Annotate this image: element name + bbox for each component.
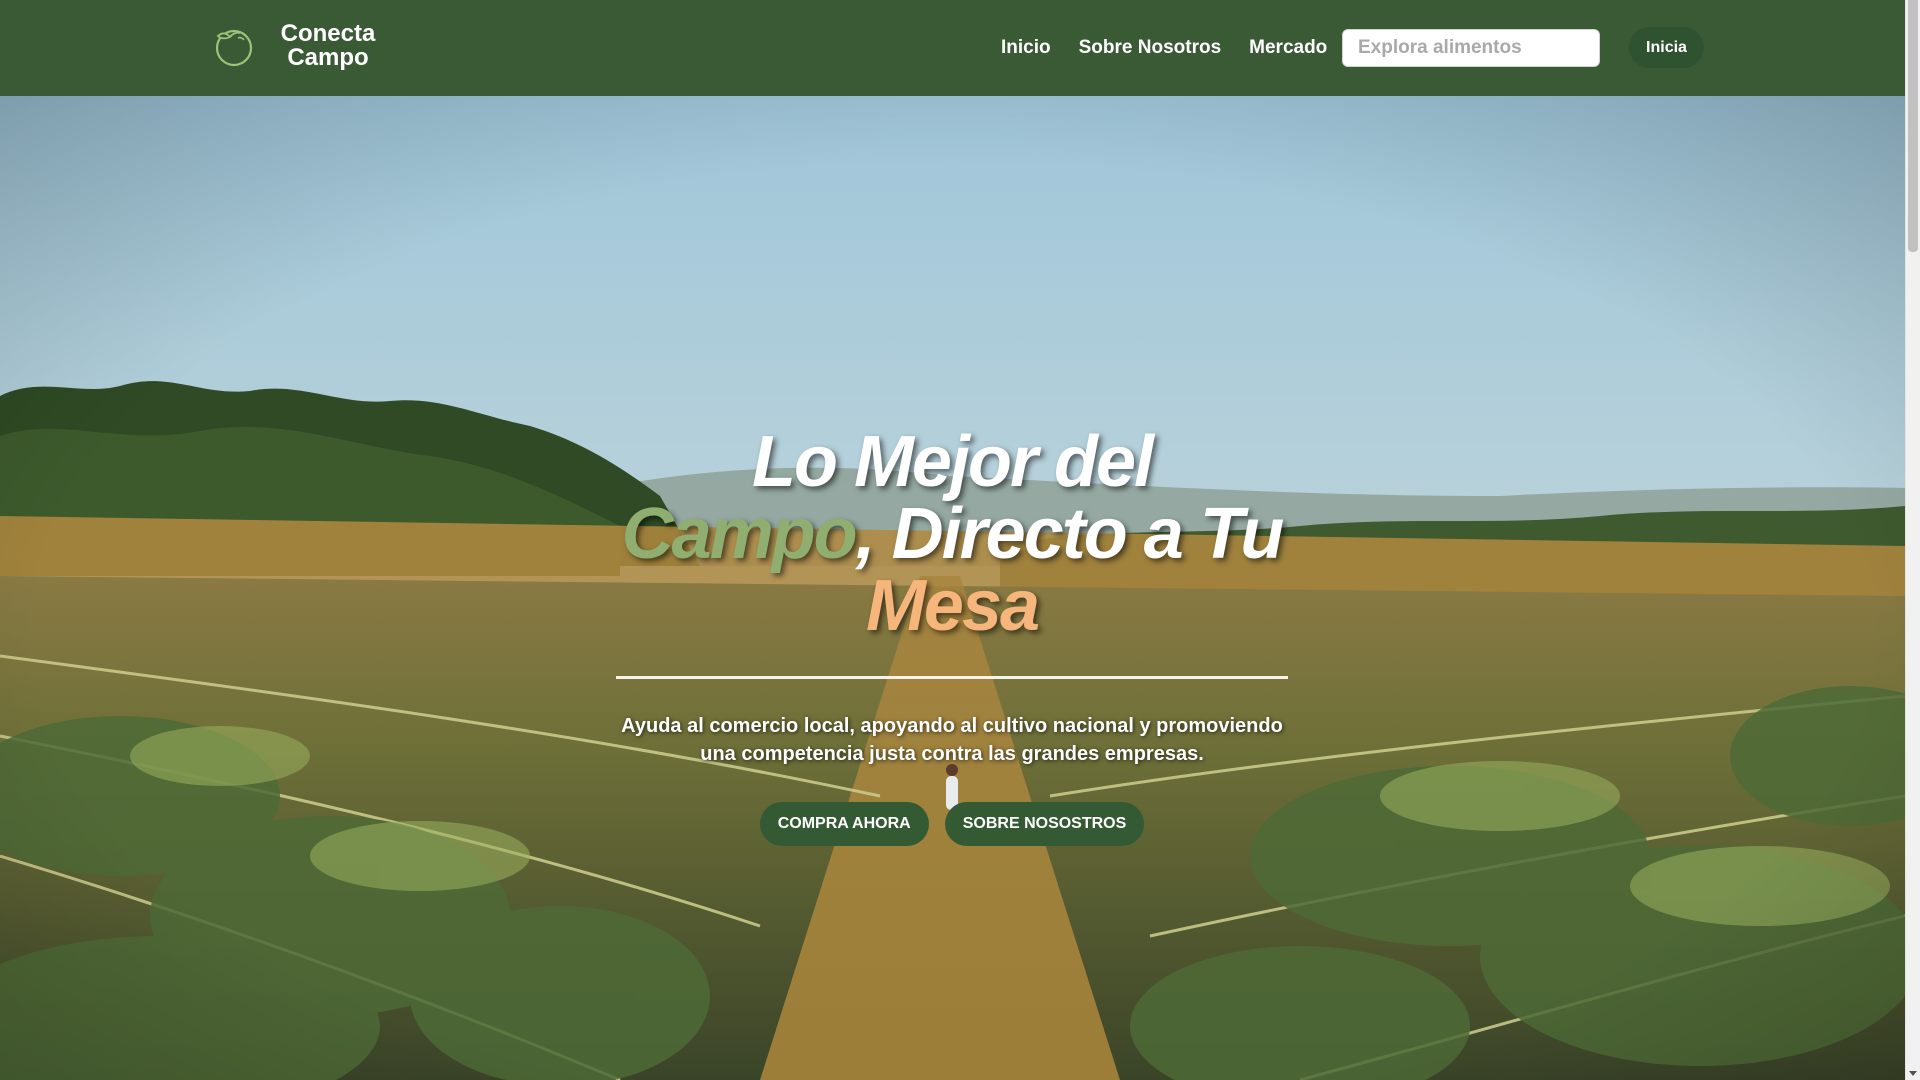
tomato-leaf-icon — [215, 29, 253, 67]
hero-title-line1: Lo Mejor del — [751, 422, 1154, 502]
hero-title-highlight-mesa: Mesa — [865, 566, 1040, 646]
page: Conecta Campo Inicio Sobre Nosotros Merc… — [0, 0, 1920, 1080]
nav-link-sobre-nosotros[interactable]: Sobre Nosotros — [1079, 36, 1222, 60]
hero-buttons: COMPRA AHORA SOBRE NOSOSTROS — [610, 802, 1294, 846]
hero-divider — [616, 676, 1288, 679]
nav-link-inicio[interactable]: Inicio — [1001, 36, 1051, 60]
brand-name-line1: Conecta — [280, 20, 376, 47]
brand-name: Conecta Campo — [278, 22, 378, 70]
hero-content: Lo Mejor del Campo, Directo a Tu Mesa Ay… — [610, 426, 1294, 846]
scroll-down-arrow-icon[interactable] — [1909, 1071, 1917, 1076]
nav-link-mercado[interactable]: Mercado — [1249, 36, 1327, 60]
page-scrollbar[interactable] — [1905, 0, 1920, 1080]
brand-link[interactable]: Conecta Campo — [212, 22, 378, 70]
brand-name-line2: Campo — [287, 44, 369, 71]
scrollbar-thumb[interactable] — [1908, 0, 1918, 252]
buy-now-button[interactable]: COMPRA AHORA — [759, 802, 929, 846]
hero-section: Lo Mejor del Campo, Directo a Tu Mesa Ay… — [0, 96, 1905, 1080]
hero-title-highlight-campo: Campo — [621, 494, 858, 574]
hero-title-line2: , Directo a Tu — [855, 494, 1285, 574]
search-input[interactable] — [1342, 29, 1600, 67]
hero-title: Lo Mejor del Campo, Directo a Tu Mesa — [610, 426, 1294, 642]
login-button[interactable]: Inicia — [1629, 27, 1704, 68]
navbar: Conecta Campo Inicio Sobre Nosotros Merc… — [0, 0, 1905, 96]
about-us-button[interactable]: SOBRE NOSOSTROS — [944, 802, 1145, 846]
nav-links: Inicio Sobre Nosotros Mercado — [1001, 36, 1327, 60]
hero-subtitle: Ayuda al comercio local, apoyando al cul… — [621, 715, 1283, 765]
